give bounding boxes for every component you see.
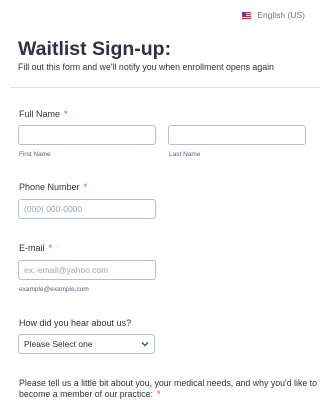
language-label: English (US) (257, 10, 305, 20)
hear-about-label: How did you hear about us? (19, 318, 132, 328)
first-name-sublabel: First Name (19, 151, 51, 158)
hear-about-select[interactable]: Please Select one (18, 334, 155, 354)
required-marker: * (83, 182, 88, 192)
email-label: E-mail * (19, 243, 52, 253)
required-marker: * (156, 389, 161, 399)
form-title: Waitlist Sign-up: (18, 38, 172, 60)
language-selector[interactable]: English (US) (242, 10, 305, 20)
about-you-label-text: Please tell us a little bit about you, y… (19, 378, 318, 399)
form-subtitle: Fill out this form and we'll notify you … (18, 62, 274, 72)
hear-about-selected: Please Select one (24, 339, 93, 349)
email-label-text: E-mail (19, 243, 45, 253)
about-you-label: Please tell us a little bit about you, y… (19, 378, 319, 400)
full-name-label-text: Full Name (19, 109, 61, 119)
first-name-input[interactable] (18, 125, 156, 145)
required-marker: * (64, 109, 68, 119)
last-name-sublabel: Last Name (169, 151, 201, 158)
us-flag-icon (242, 11, 252, 19)
chevron-down-icon (141, 341, 149, 347)
full-name-label: Full Name * (19, 109, 68, 119)
required-marker: * (48, 243, 53, 253)
last-name-input[interactable] (168, 125, 306, 145)
email-input[interactable]: ex: email@yahoo.com (18, 260, 156, 280)
phone-input[interactable]: (000) 000-0000 (18, 199, 156, 219)
email-placeholder: ex: email@yahoo.com (24, 265, 109, 275)
phone-placeholder: (000) 000-0000 (24, 204, 83, 214)
phone-label-text: Phone Number (19, 182, 80, 192)
header-divider (10, 87, 320, 88)
phone-label: Phone Number * (19, 182, 87, 192)
email-sublabel: example@example.com (19, 286, 89, 293)
